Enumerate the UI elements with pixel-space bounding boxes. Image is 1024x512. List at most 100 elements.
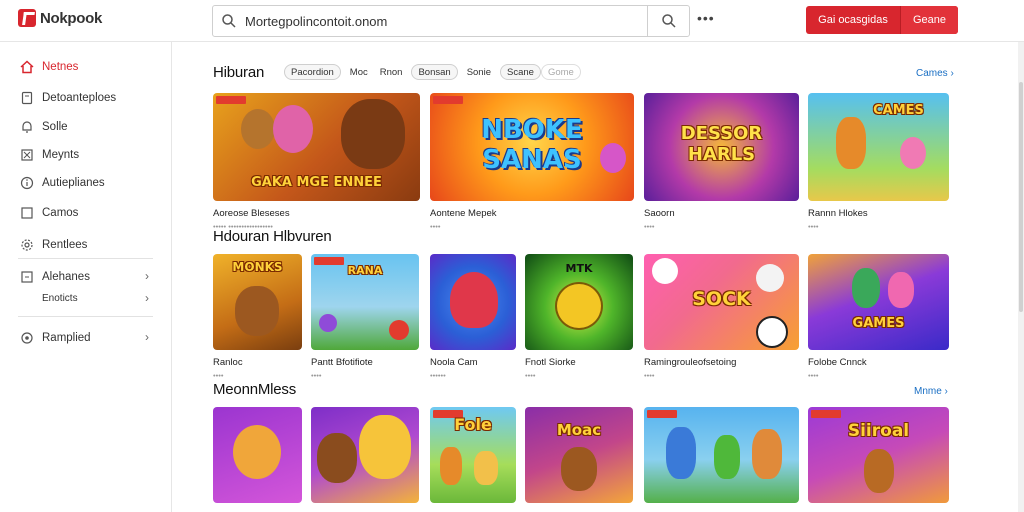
cta-primary-button[interactable]: Gai ocasgidas: [806, 6, 901, 34]
bookmark-icon: [21, 91, 33, 105]
sidebar-item-5[interactable]: Autieplianes: [0, 171, 172, 195]
filter-chips: Pacordion Moc Rnon Bonsan Sonie Scane Go…: [284, 64, 581, 80]
search-input[interactable]: [245, 10, 645, 32]
game-title: Folobe Cnnck: [808, 357, 867, 368]
game-art-title: CAMES: [873, 103, 924, 118]
sidebar-item-label: Enoticts: [42, 293, 78, 304]
character-art: [241, 109, 275, 149]
sidebar-item-label: Autieplianes: [42, 177, 105, 189]
character-art: [666, 427, 696, 479]
filter-chip[interactable]: Rnon: [377, 64, 406, 80]
game-meta: ••••: [213, 371, 224, 380]
new-badge: [216, 96, 246, 104]
character-art: [561, 447, 597, 491]
game-meta: ••••: [808, 222, 819, 231]
sidebar-item-home[interactable]: Netnes: [0, 55, 172, 79]
filter-chip[interactable]: Pacordion: [284, 64, 341, 80]
filter-chip[interactable]: Moc: [347, 64, 371, 80]
character-art: [852, 268, 880, 308]
flag-icon: [21, 271, 33, 283]
cta-button-group: Gai ocasgidas Geane: [806, 6, 958, 34]
sidebar-divider: [18, 316, 153, 317]
ball-art: [389, 320, 409, 340]
section-more-link[interactable]: Mnme ›: [914, 386, 948, 397]
game-title: Saoorn: [644, 208, 675, 219]
game-thumbnail: [644, 407, 799, 503]
section-more-link[interactable]: Cames ›: [916, 68, 954, 79]
character-art: [450, 272, 498, 328]
game-title: Fnotl Siorke: [525, 357, 576, 368]
bell-icon: [22, 121, 32, 133]
chevron-right-icon: ›: [145, 330, 149, 344]
chevron-right-icon: ›: [145, 269, 149, 283]
page-scrollbar[interactable]: [1018, 42, 1024, 512]
app-logo[interactable]: Nokpook: [18, 9, 102, 27]
new-badge: [647, 410, 677, 418]
sidebar-item-2[interactable]: Detoanteploes: [0, 86, 172, 110]
game-thumbnail: GAKA MGE ENNEE: [213, 93, 420, 201]
sidebar-item-label: Detoanteploes: [42, 92, 117, 104]
game-thumbnail: MTK: [525, 254, 633, 350]
character-art: [235, 286, 279, 336]
character-art: [317, 433, 357, 483]
sidebar-item-label: Alehanes: [42, 271, 90, 283]
new-badge: [433, 96, 463, 104]
search-bar: [212, 5, 690, 37]
filter-chip[interactable]: Scane: [500, 64, 541, 80]
sidebar-item-7[interactable]: Rentlees: [0, 233, 172, 257]
scrollbar-thumb[interactable]: [1019, 82, 1023, 312]
character-art: [359, 415, 411, 479]
home-icon: [20, 60, 34, 74]
more-menu-button[interactable]: •••: [697, 10, 715, 26]
sidebar-item-3[interactable]: Solle: [0, 115, 172, 139]
grid-icon: [21, 149, 33, 161]
square-icon: [21, 207, 33, 219]
filter-chip[interactable]: Sonie: [464, 64, 494, 80]
game-art-title: DESSOR HARLS: [680, 123, 763, 165]
game-thumbnail: [213, 407, 302, 503]
info-icon: [20, 176, 34, 190]
game-thumbnail: MONKS: [213, 254, 302, 350]
sidebar-item-8[interactable]: Alehanes ›: [0, 265, 172, 289]
main-content: Hiburan Pacordion Moc Rnon Bonsan Sonie …: [172, 42, 1024, 512]
sidebar-item-label: Meynts: [42, 149, 80, 161]
game-art-title: Siiroal: [847, 421, 910, 441]
search-button[interactable]: [647, 6, 689, 36]
game-meta: ••••: [525, 371, 536, 380]
game-art-title: Fole: [454, 415, 492, 434]
game-meta: ••••: [644, 222, 655, 231]
sidebar-item-6[interactable]: Camos: [0, 201, 172, 225]
character-art: [836, 117, 866, 169]
game-thumbnail: Siiroal: [808, 407, 949, 503]
cta-secondary-button[interactable]: Geane: [901, 6, 958, 34]
game-thumbnail: [430, 254, 516, 350]
sidebar-item-10[interactable]: Ramplied ›: [0, 326, 172, 350]
sidebar-divider: [18, 258, 153, 259]
game-thumbnail: SOCK: [644, 254, 799, 350]
sidebar-item-9[interactable]: Enoticts ›: [0, 287, 172, 311]
section-title: Hiburan: [213, 64, 265, 81]
character-art: [888, 272, 914, 308]
filter-chip[interactable]: Bonsan: [411, 64, 458, 80]
sidebar-item-label: Ramplied: [42, 332, 91, 344]
game-thumbnail: RANA: [311, 254, 419, 350]
game-title: Ramingrouleofsetoing: [644, 357, 737, 368]
filter-chip[interactable]: Gome: [540, 64, 581, 80]
sidebar-item-label: Camos: [42, 207, 79, 219]
game-meta: ••••: [430, 222, 441, 231]
game-art-title: SOCK: [692, 288, 751, 310]
game-art-title: RANA: [347, 264, 383, 277]
section-title: MeonnMless: [213, 381, 297, 398]
character-art: [600, 143, 626, 173]
sidebar-item-label: Rentlees: [42, 239, 88, 251]
game-title: Noola Cam: [430, 357, 478, 368]
sidebar-item-4[interactable]: Meynts: [0, 143, 172, 167]
game-meta: ••••: [644, 371, 655, 380]
character-art: [341, 99, 405, 169]
character-art: [752, 429, 782, 479]
game-art-title: Moac: [556, 421, 602, 439]
gear-icon: [21, 332, 33, 344]
search-icon: [222, 14, 236, 28]
game-meta: ••••: [311, 371, 322, 380]
chevron-right-icon: ›: [145, 291, 149, 305]
